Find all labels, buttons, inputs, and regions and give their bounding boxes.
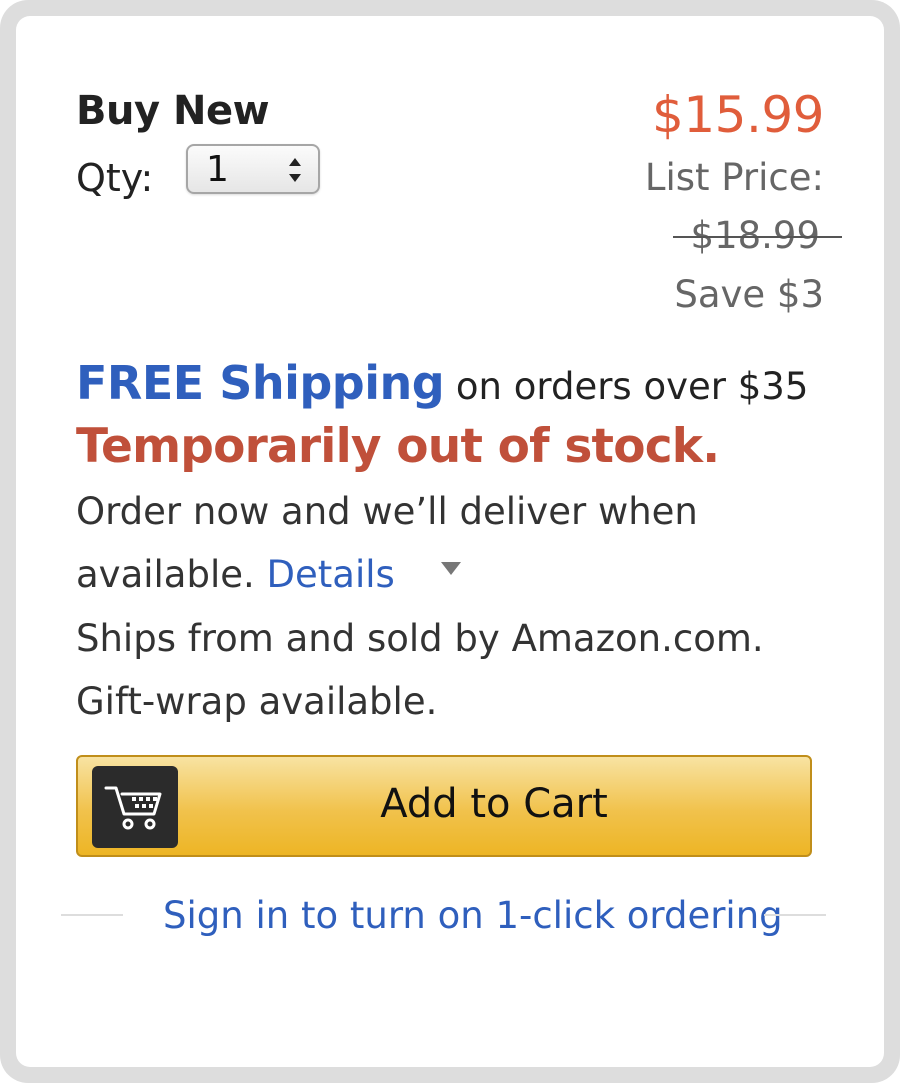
shipping-condition: on orders over $35 <box>455 365 809 408</box>
delivery-note: Order now and we’ll deliver when <box>76 490 698 533</box>
shipping-info: FREE Shipping on orders over $35 <box>76 356 808 410</box>
delivery-note-continued: available. Details <box>76 553 461 596</box>
up-down-arrows-icon <box>288 155 302 185</box>
details-link[interactable]: Details <box>267 553 395 596</box>
seller-info: Ships from and sold by Amazon.com. <box>76 617 764 660</box>
quantity-select[interactable]: 1 <box>186 144 320 194</box>
add-to-cart-label: Add to Cart <box>380 781 608 827</box>
list-price: $18.99 <box>672 214 843 257</box>
savings: Save $3 <box>674 273 824 316</box>
triangle-down-icon[interactable] <box>440 562 461 575</box>
quantity-value: 1 <box>206 149 229 190</box>
cart-icon-box <box>92 766 178 848</box>
divider-right <box>764 914 826 916</box>
list-price-label: List Price: <box>644 156 824 199</box>
qty-label: Qty: <box>76 156 154 200</box>
card-frame: Buy New Qty: 1 $15.99 List Price: $18.99… <box>0 0 900 1083</box>
gift-wrap-info: Gift-wrap available. <box>76 680 438 723</box>
add-to-cart-button[interactable]: Add to Cart <box>76 755 812 857</box>
price: $15.99 <box>652 86 824 144</box>
buy-new-heading: Buy New <box>76 88 270 134</box>
one-click-signin-link[interactable]: Sign in to turn on 1-click ordering <box>163 894 783 937</box>
available-text: available. <box>76 553 255 596</box>
divider-left <box>61 914 123 916</box>
shopping-cart-icon <box>104 786 162 830</box>
free-shipping-label: FREE Shipping <box>76 356 445 410</box>
stock-status: Temporarily out of stock. <box>76 419 720 474</box>
buy-box: Buy New Qty: 1 $15.99 List Price: $18.99… <box>16 16 884 1067</box>
